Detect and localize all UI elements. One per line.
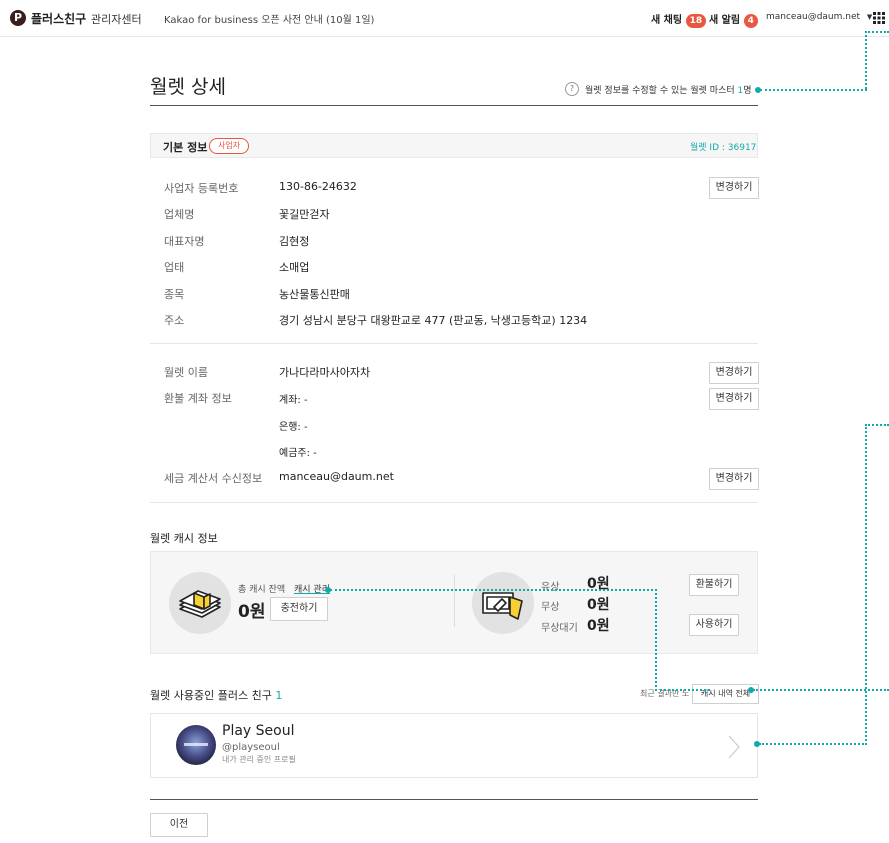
- divider: [150, 502, 758, 503]
- charge-button[interactable]: 충전하기: [270, 597, 328, 621]
- business-badge: 사업자: [209, 138, 250, 154]
- chat-count-badge: 18: [685, 14, 707, 28]
- annotation-line: [655, 589, 657, 691]
- cash-divider: [454, 575, 455, 627]
- new-alert-link[interactable]: 새 알림 4: [709, 11, 758, 28]
- business-item-value: 농산물통신판매: [279, 288, 350, 301]
- friend-avatar: [176, 725, 216, 765]
- total-cash-value: 0원: [238, 602, 266, 622]
- change-wallet-name-button[interactable]: 변경하기: [709, 362, 759, 384]
- friend-sub: 내가 관리 중인 프로필: [222, 755, 296, 764]
- annotation-line: [759, 743, 867, 745]
- friends-count: 1: [275, 689, 283, 702]
- free-label: 무상: [541, 602, 560, 613]
- annotation-line: [753, 689, 889, 691]
- annotation-line: [655, 689, 710, 691]
- use-button[interactable]: 사용하기: [689, 614, 739, 636]
- money-stack-icon: [179, 590, 221, 618]
- account-email: manceau@daum.net: [766, 12, 861, 22]
- alert-count-badge: 4: [743, 14, 758, 28]
- annotation-line: [865, 424, 867, 745]
- friend-id: @playseoul: [222, 742, 280, 753]
- ceo-value: 김현정: [279, 235, 310, 248]
- annotation-line: [760, 89, 867, 91]
- page-title: 월렛 상세: [150, 76, 226, 98]
- holder-line: 예금주: -: [279, 448, 317, 459]
- new-chat-link[interactable]: 새 채팅 18: [651, 11, 707, 28]
- master-help-text: 월렛 정보를 수정할 수 있는 월렛 마스터: [585, 86, 735, 96]
- app-grid-icon[interactable]: [873, 12, 885, 24]
- plusfriend-logo-icon[interactable]: P: [10, 10, 26, 26]
- business-item-label: 종목: [164, 288, 185, 301]
- total-cash-label-row: 총 캐시 잔액 캐시 관리: [238, 582, 330, 595]
- biz-number-label: 사업자 등록번호: [164, 182, 239, 195]
- chevron-right-icon[interactable]: [727, 734, 741, 760]
- pending-label: 무상대기: [541, 623, 578, 634]
- annotation-line: [865, 31, 889, 33]
- company-label: 업체명: [164, 208, 195, 221]
- bottom-divider: [150, 799, 758, 800]
- caret-down-icon: ▼: [866, 13, 873, 21]
- cash-section-title: 월렛 캐시 정보: [150, 532, 218, 545]
- tax-invoice-label: 세금 계산서 수신정보: [164, 472, 263, 485]
- business-type-value: 소매업: [279, 261, 310, 274]
- account-line: 계좌: -: [279, 395, 308, 406]
- brand-suffix: 관리자센터: [91, 13, 142, 26]
- annotation-line: [330, 589, 657, 591]
- friend-name: Play Seoul: [222, 723, 295, 739]
- refund-account-label: 환불 계좌 정보: [164, 392, 232, 405]
- annotation-line: [865, 31, 867, 89]
- basic-info-title: 기본 정보: [163, 141, 208, 154]
- brand-name[interactable]: 플러스친구: [31, 10, 86, 27]
- annotation-line: [865, 424, 889, 426]
- master-help: 월렛 정보를 수정할 수 있는 월렛 마스터 1명: [585, 83, 752, 96]
- change-refund-button[interactable]: 변경하기: [709, 388, 759, 410]
- wallet-name-label: 월렛 이름: [164, 366, 208, 379]
- business-type-label: 업태: [164, 261, 185, 274]
- card-payment-icon: [482, 592, 523, 620]
- pending-value: 0원: [587, 618, 610, 634]
- address-value: 경기 성남시 분당구 대왕판교로 477 (판교동, 낙생고등학교) 1234: [279, 314, 588, 327]
- notice-link[interactable]: Kakao for business 오픈 사전 안내 (10월 1일): [164, 11, 374, 26]
- account-menu[interactable]: manceau@daum.net ▼: [766, 12, 872, 22]
- tax-invoice-value: manceau@daum.net: [279, 470, 394, 483]
- divider: [150, 343, 758, 344]
- free-value: 0원: [587, 597, 610, 613]
- refund-button[interactable]: 환불하기: [689, 574, 739, 596]
- address-label: 주소: [164, 314, 185, 327]
- wallet-name-value: 가나다라마사아자차: [279, 366, 371, 379]
- wallet-id: 월렛 ID : 36917: [690, 143, 757, 153]
- back-button[interactable]: 이전: [150, 813, 208, 837]
- change-tax-button[interactable]: 변경하기: [709, 468, 759, 490]
- new-chat-label: 새 채팅: [651, 15, 683, 26]
- friends-title-text: 월렛 사용중인 플러스 친구: [150, 689, 272, 702]
- ceo-label: 대표자명: [164, 235, 205, 248]
- biz-number-value: 130-86-24632: [279, 180, 357, 193]
- bank-line: 은행: -: [279, 422, 308, 433]
- company-value: 꽃길만걷자: [279, 208, 330, 221]
- friends-section-title: 월렛 사용중인 플러스 친구 1: [150, 687, 282, 703]
- title-divider: [150, 105, 758, 106]
- total-cash-label: 총 캐시 잔액: [238, 585, 286, 595]
- help-icon[interactable]: ?: [565, 82, 579, 96]
- new-alert-label: 새 알림: [709, 15, 741, 26]
- master-unit: 명: [743, 86, 752, 96]
- change-biz-button[interactable]: 변경하기: [709, 177, 759, 199]
